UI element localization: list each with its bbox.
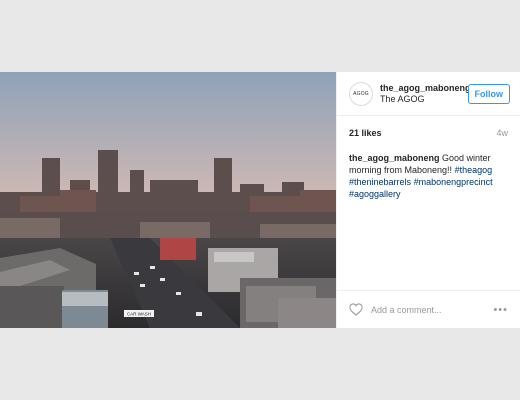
hashtag-link[interactable]: #mabonengprecinct <box>414 177 493 187</box>
instagram-post-card: CAR WASH AGOG the_agog_maboneng The AGOG… <box>0 72 520 328</box>
heart-icon[interactable] <box>349 303 363 316</box>
likes-row: 21 likes 4w <box>337 128 520 138</box>
caption-username[interactable]: the_agog_maboneng <box>349 153 440 163</box>
hashtag-link[interactable]: #theninebarrels <box>349 177 411 187</box>
follow-button[interactable]: Follow <box>467 83 510 104</box>
likes-count[interactable]: 21 likes <box>349 128 382 138</box>
hashtag-link[interactable]: #agoggallery <box>349 189 401 199</box>
comment-bar: Add a comment... ••• <box>337 290 520 328</box>
more-options-icon[interactable]: ••• <box>493 304 508 316</box>
hashtag-link[interactable]: #theagog <box>455 165 493 175</box>
post-caption: the_agog_maboneng Good winter morning fr… <box>337 152 520 200</box>
author-full-name: The AGOG <box>380 93 425 104</box>
add-comment-input[interactable]: Add a comment... <box>371 305 493 315</box>
post-age[interactable]: 4w <box>496 128 508 138</box>
author-names: the_agog_maboneng The AGOG <box>380 83 468 105</box>
avatar[interactable]: AGOG <box>349 81 373 106</box>
post-sidebar: AGOG the_agog_maboneng The AGOG Follow 2… <box>336 72 520 328</box>
author-username[interactable]: the_agog_maboneng <box>380 83 468 94</box>
post-photo[interactable]: CAR WASH <box>0 72 336 328</box>
post-header: AGOG the_agog_maboneng The AGOG Follow <box>337 72 520 116</box>
car-wash-sign-text: CAR WASH <box>127 312 151 317</box>
city-skyline-image: CAR WASH <box>0 72 336 328</box>
avatar-text: AGOG <box>353 90 369 97</box>
